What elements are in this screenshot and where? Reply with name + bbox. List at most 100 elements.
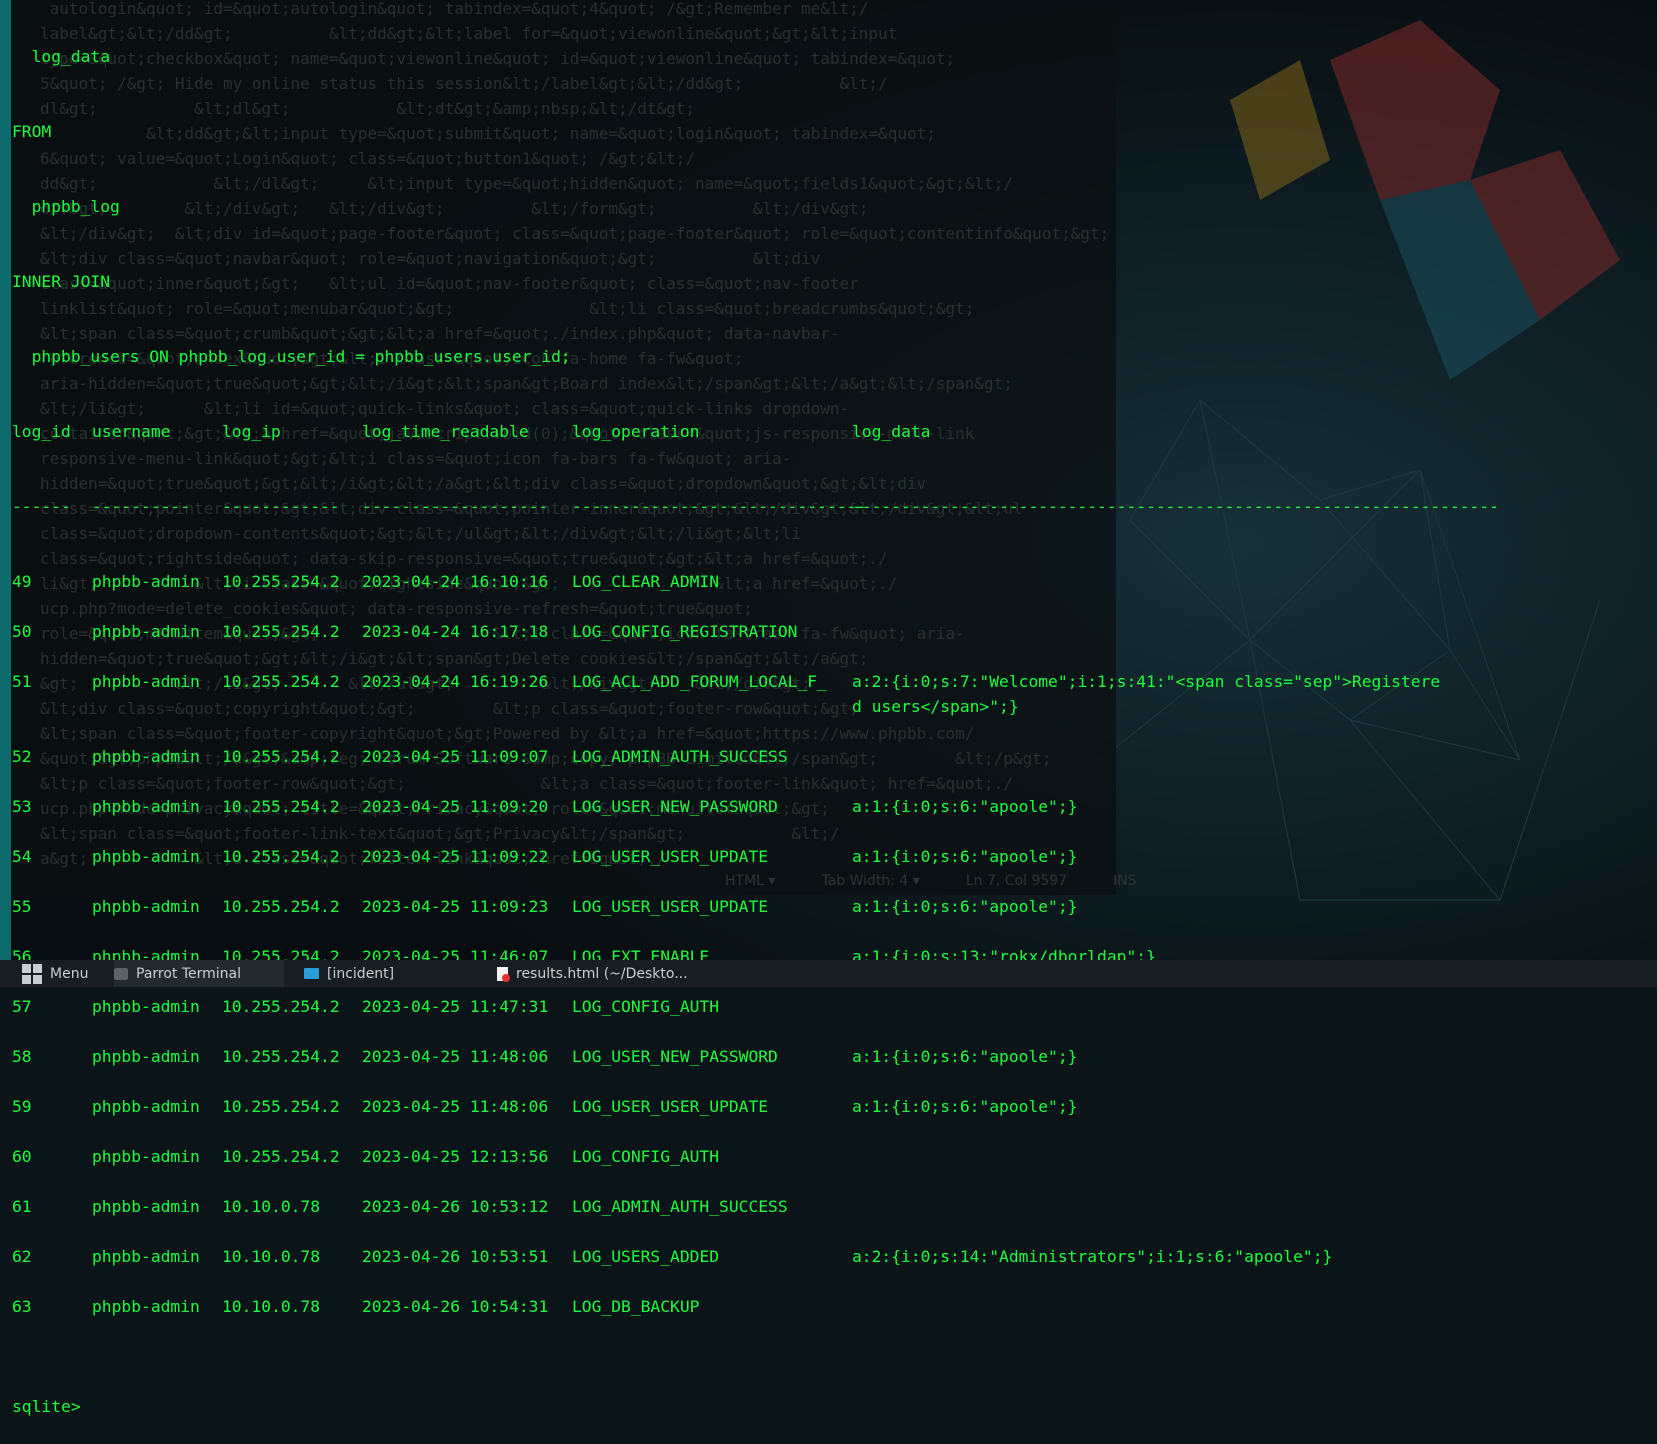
- column-header-row: log_id username log_ip log_time_readable…: [12, 419, 930, 444]
- cell-log-id: 52: [12, 747, 32, 766]
- tab-width-selector[interactable]: Tab Width: 4 ▾: [821, 873, 919, 889]
- column-header: log_time_readable: [362, 422, 529, 441]
- cell-time: 2023-04-26 10:53:12: [362, 1197, 549, 1216]
- taskbar-item-terminal[interactable]: Parrot Terminal: [114, 960, 284, 987]
- cell-log-id: 49: [12, 572, 32, 591]
- cell-username: phpbb-admin: [92, 1197, 200, 1216]
- cell-log-id: 60: [12, 1147, 32, 1166]
- cell-log-ip: 10.255.254.2: [222, 572, 340, 591]
- cell-log-ip: 10.255.254.2: [222, 1147, 340, 1166]
- table-row: 49 phpbb-admin 10.255.254.2 2023-04-24 16:1…: [12, 569, 719, 619]
- cell-time: 2023-04-26 10:53:51: [362, 1247, 549, 1266]
- cell-data: a:1:{i:0;s:6:"apoole";}: [852, 1047, 1078, 1066]
- column-header: log_data: [852, 422, 931, 441]
- cell-data: a:2:{i:0;s:7:"Welcome";i:1;s:41:"<span c…: [852, 672, 1441, 691]
- grid-menu-icon: [22, 963, 42, 984]
- cell-operation: LOG_CONFIG_REGISTRATION: [572, 622, 798, 641]
- cell-data: a:1:{i:0;s:6:"apoole";}: [852, 1097, 1078, 1116]
- cell-operation: LOG_ACL_ADD_FORUM_LOCAL_F_: [572, 672, 827, 691]
- window-edge-strip: [0, 0, 11, 960]
- cell-log-id: 54: [12, 847, 32, 866]
- cell-time: 2023-04-25 11:48:06: [362, 1097, 549, 1116]
- cell-time: 2023-04-25 11:09:22: [362, 847, 549, 866]
- cell-operation: LOG_DB_BACKUP: [572, 1297, 700, 1316]
- cell-log-id: 57: [12, 997, 32, 1016]
- cell-username: phpbb-admin: [92, 1297, 200, 1316]
- result-rows: 49 phpbb-admin 10.255.254.2 2023-04-24 16:1…: [12, 569, 1440, 1344]
- cell-log-id: 61: [12, 1197, 32, 1216]
- cell-operation: LOG_ADMIN_AUTH_SUCCESS: [572, 747, 788, 766]
- table-row: 52 phpbb-admin 10.255.254.2 2023-04-25 11:0…: [12, 744, 788, 794]
- cell-username: phpbb-admin: [92, 847, 200, 866]
- taskbar-item-editor[interactable]: results.html (~/Deskto...: [497, 960, 688, 987]
- cell-log-ip: 10.255.254.2: [222, 1097, 340, 1116]
- separator: ----------------------------------------…: [852, 497, 1499, 516]
- cell-log-id: 59: [12, 1097, 32, 1116]
- taskbar-item-folder[interactable]: [incident]: [304, 960, 394, 987]
- table-row: 57 phpbb-admin 10.255.254.2 2023-04-25 11:4…: [12, 994, 719, 1044]
- sqlite-prompt[interactable]: sqlite>: [12, 1394, 571, 1419]
- cell-time: 2023-04-24 16:17:18: [362, 622, 549, 641]
- menu-label: Menu: [50, 965, 89, 982]
- separator: ----------: [92, 497, 191, 516]
- cell-data: a:1:{i:0;s:6:"apoole";}: [852, 897, 1078, 916]
- cell-time: 2023-04-25 11:09:20: [362, 797, 549, 816]
- cell-operation: LOG_USERS_ADDED: [572, 1247, 720, 1266]
- query-line: FROM: [12, 122, 52, 141]
- cell-log-ip: 10.255.254.2: [222, 847, 340, 866]
- cell-data-continued: d users</span>";}: [852, 697, 1019, 716]
- column-header: log_operation: [572, 422, 700, 441]
- cell-username: phpbb-admin: [92, 1047, 200, 1066]
- cell-username: phpbb-admin: [92, 1147, 200, 1166]
- column-header: log_ip: [222, 422, 281, 441]
- cell-log-ip: 10.255.254.2: [222, 747, 340, 766]
- cell-operation: LOG_ADMIN_AUTH_SUCCESS: [572, 1197, 788, 1216]
- cell-username: phpbb-admin: [92, 672, 200, 691]
- cell-time: 2023-04-25 11:09:07: [362, 747, 549, 766]
- cell-log-ip: 10.255.254.2: [222, 672, 340, 691]
- taskbar: Menu Parrot Terminal [incident] results.…: [0, 960, 1657, 987]
- cell-data: a:1:{i:0;s:6:"apoole";}: [852, 847, 1078, 866]
- separator: ------: [12, 497, 71, 516]
- separator: -------------------: [362, 497, 549, 516]
- cell-username: phpbb-admin: [92, 747, 200, 766]
- table-row: 61 phpbb-admin 10.10.0.78 2023-04-26 10:53:…: [12, 1194, 788, 1244]
- terminal-output[interactable]: log_data FROM phpbb_log INNER JOIN phpbb…: [12, 0, 1499, 1444]
- cell-operation: LOG_CONFIG_AUTH: [572, 997, 720, 1016]
- cell-operation: LOG_CLEAR_ADMIN: [572, 572, 720, 591]
- table-row: 58 phpbb-admin 10.255.254.2 2023-04-25 11:4…: [12, 1044, 1077, 1094]
- html-file-icon: [497, 966, 510, 982]
- cursor-position: Ln 7, Col 9597: [965, 873, 1068, 889]
- table-row: 53 phpbb-admin 10.255.254.2 2023-04-25 11:0…: [12, 794, 1077, 844]
- query-line: phpbb_log: [12, 197, 120, 216]
- cell-time: 2023-04-25 11:48:06: [362, 1047, 549, 1066]
- cell-log-id: 55: [12, 897, 32, 916]
- cell-log-ip: 10.255.254.2: [222, 997, 340, 1016]
- cell-log-ip: 10.255.254.2: [222, 1047, 340, 1066]
- cell-username: phpbb-admin: [92, 797, 200, 816]
- cell-operation: LOG_USER_NEW_PASSWORD: [572, 797, 778, 816]
- menu-button[interactable]: Menu: [22, 960, 88, 987]
- cell-log-ip: 10.10.0.78: [222, 1197, 321, 1216]
- cell-username: phpbb-admin: [92, 897, 200, 916]
- cell-data: a:1:{i:0;s:6:"apoole";}: [852, 797, 1078, 816]
- table-row: 63 phpbb-admin 10.10.0.78 2023-04-26 10:54:…: [12, 1294, 699, 1344]
- cell-time: 2023-04-25 12:13:56: [362, 1147, 549, 1166]
- cell-operation: LOG_USER_USER_UPDATE: [572, 897, 769, 916]
- folder-icon: [304, 968, 319, 979]
- cell-log-id: 51: [12, 672, 32, 691]
- separator-row: ------ ---------- ------------ ---------…: [12, 494, 1499, 519]
- table-row: 51 phpbb-admin 10.255.254.2 2023-04-24 16:1…: [12, 669, 1440, 744]
- language-selector[interactable]: HTML ▾: [725, 873, 775, 889]
- cell-operation: LOG_CONFIG_AUTH: [572, 1147, 720, 1166]
- query-line: log_data: [12, 47, 111, 66]
- background-editor-statusbar: HTML ▾ Tab Width: 4 ▾ Ln 7, Col 9597 INS: [725, 873, 1183, 889]
- cell-time: 2023-04-25 11:47:31: [362, 997, 549, 1016]
- cell-log-id: 58: [12, 1047, 32, 1066]
- cell-time: 2023-04-25 11:09:23: [362, 897, 549, 916]
- cell-time: 2023-04-24 16:10:16: [362, 572, 549, 591]
- query-line: INNER JOIN: [12, 272, 111, 291]
- table-row: 59 phpbb-admin 10.255.254.2 2023-04-25 11:4…: [12, 1094, 1077, 1144]
- insert-mode: INS: [1113, 873, 1137, 889]
- column-header: log_id: [12, 422, 71, 441]
